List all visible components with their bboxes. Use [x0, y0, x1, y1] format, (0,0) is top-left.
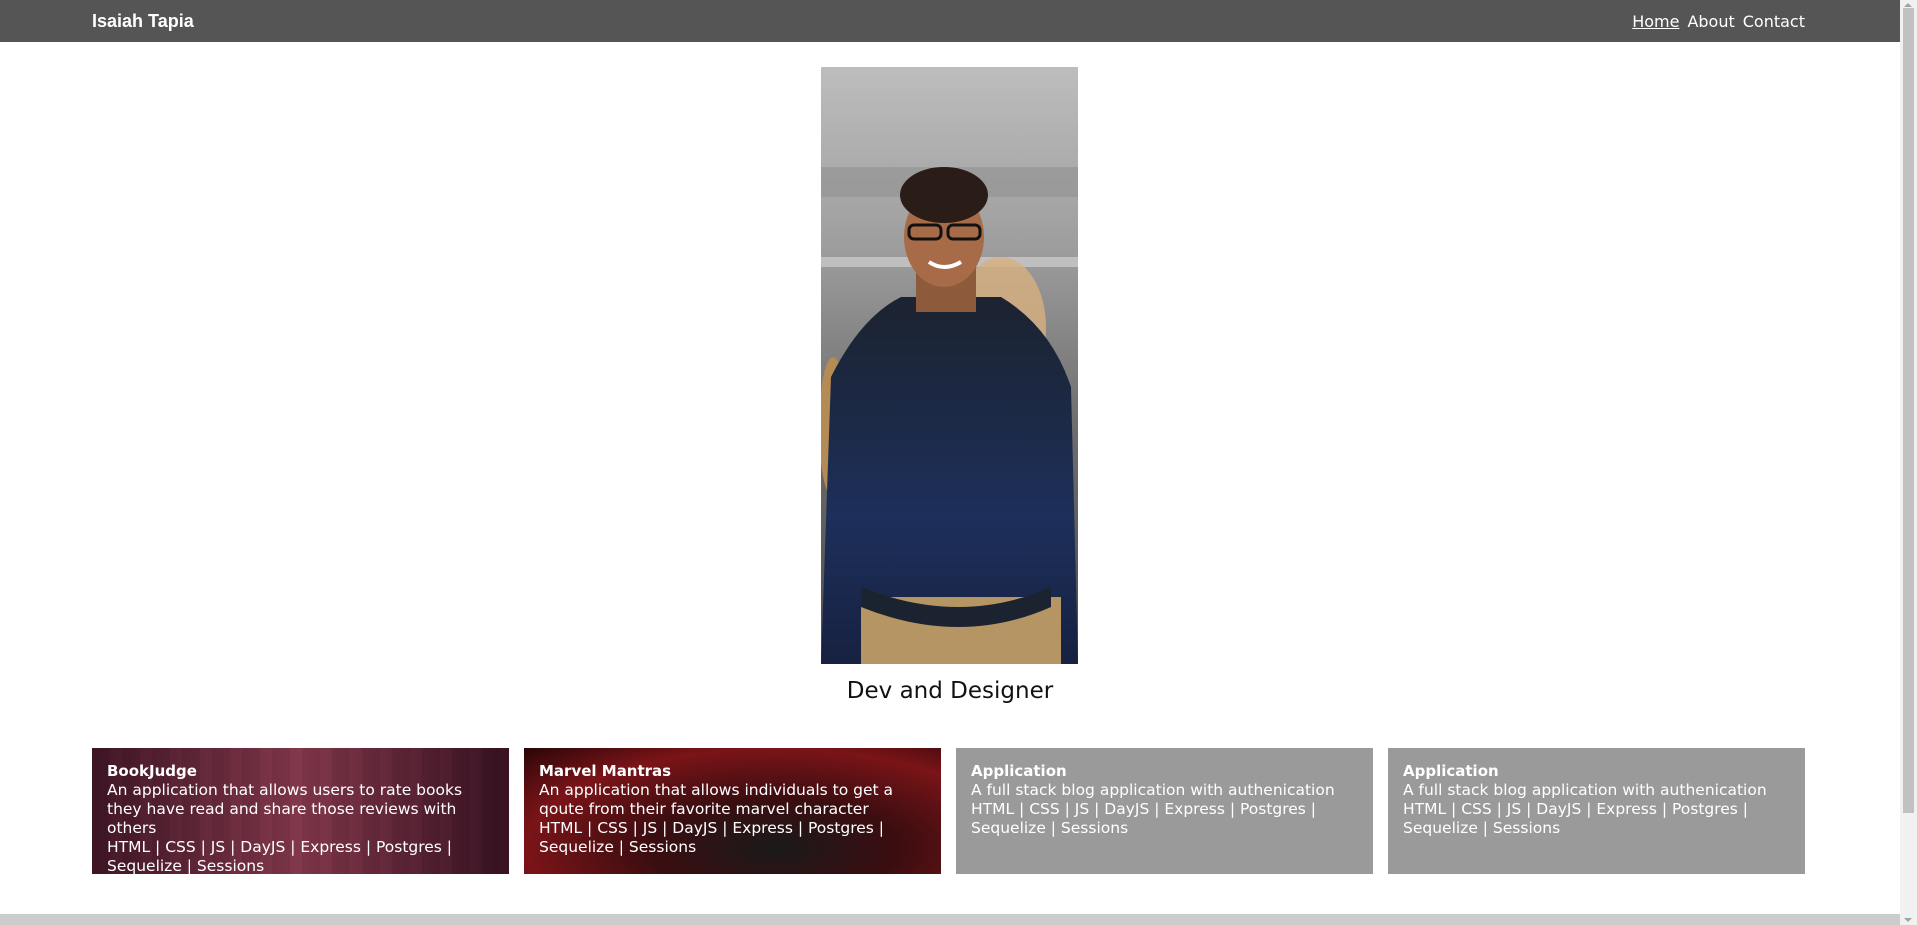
card-description: An application that allows users to rate…: [107, 781, 463, 837]
card-title: Application: [971, 762, 1067, 780]
top-navbar: Isaiah Tapia Home About Contact: [0, 0, 1900, 42]
scroll-down-arrow-icon[interactable]: [1904, 918, 1912, 922]
card-description: A full stack blog application with authe…: [1403, 781, 1767, 799]
footer-strip: [0, 914, 1900, 925]
project-card-marvel-mantras[interactable]: Marvel Mantras An application that allow…: [524, 748, 941, 874]
vertical-scrollbar[interactable]: [1900, 0, 1917, 925]
project-cards: BookJudge An application that allows use…: [92, 748, 1806, 874]
nav-link-home[interactable]: Home: [1632, 12, 1679, 31]
nav-link-about[interactable]: About: [1687, 12, 1734, 31]
card-text: Marvel Mantras An application that allow…: [539, 762, 926, 857]
card-title: BookJudge: [107, 762, 197, 780]
project-card-bookjudge[interactable]: BookJudge An application that allows use…: [92, 748, 509, 874]
site-brand[interactable]: Isaiah Tapia: [92, 0, 194, 42]
nav-links: Home About Contact: [1632, 0, 1805, 42]
card-description: An application that allows individuals t…: [539, 781, 894, 818]
nav-link-contact[interactable]: Contact: [1743, 12, 1805, 31]
card-tech-stack: HTML | CSS | JS | DayJS | Express | Post…: [539, 819, 885, 856]
card-title: Marvel Mantras: [539, 762, 672, 780]
card-description: A full stack blog application with authe…: [971, 781, 1335, 799]
card-text: Application A full stack blog applicatio…: [1403, 762, 1790, 838]
card-tech-stack: HTML | CSS | JS | DayJS | Express | Post…: [971, 800, 1317, 837]
scroll-up-arrow-icon[interactable]: [1904, 3, 1912, 7]
project-card-application-1[interactable]: Application A full stack blog applicatio…: [956, 748, 1373, 874]
hero-tagline: Dev and Designer: [846, 678, 1054, 704]
card-text: BookJudge An application that allows use…: [107, 762, 494, 874]
project-card-application-2[interactable]: Application A full stack blog applicatio…: [1388, 748, 1805, 874]
card-title: Application: [1403, 762, 1499, 780]
card-text: Application A full stack blog applicatio…: [971, 762, 1358, 838]
card-tech-stack: HTML | CSS | JS | DayJS | Express | Post…: [1403, 800, 1749, 837]
card-tech-stack: HTML | CSS | JS | DayJS | Express | Post…: [107, 838, 453, 874]
scrollbar-thumb[interactable]: [1903, 8, 1914, 813]
profile-photo: [821, 67, 1078, 664]
